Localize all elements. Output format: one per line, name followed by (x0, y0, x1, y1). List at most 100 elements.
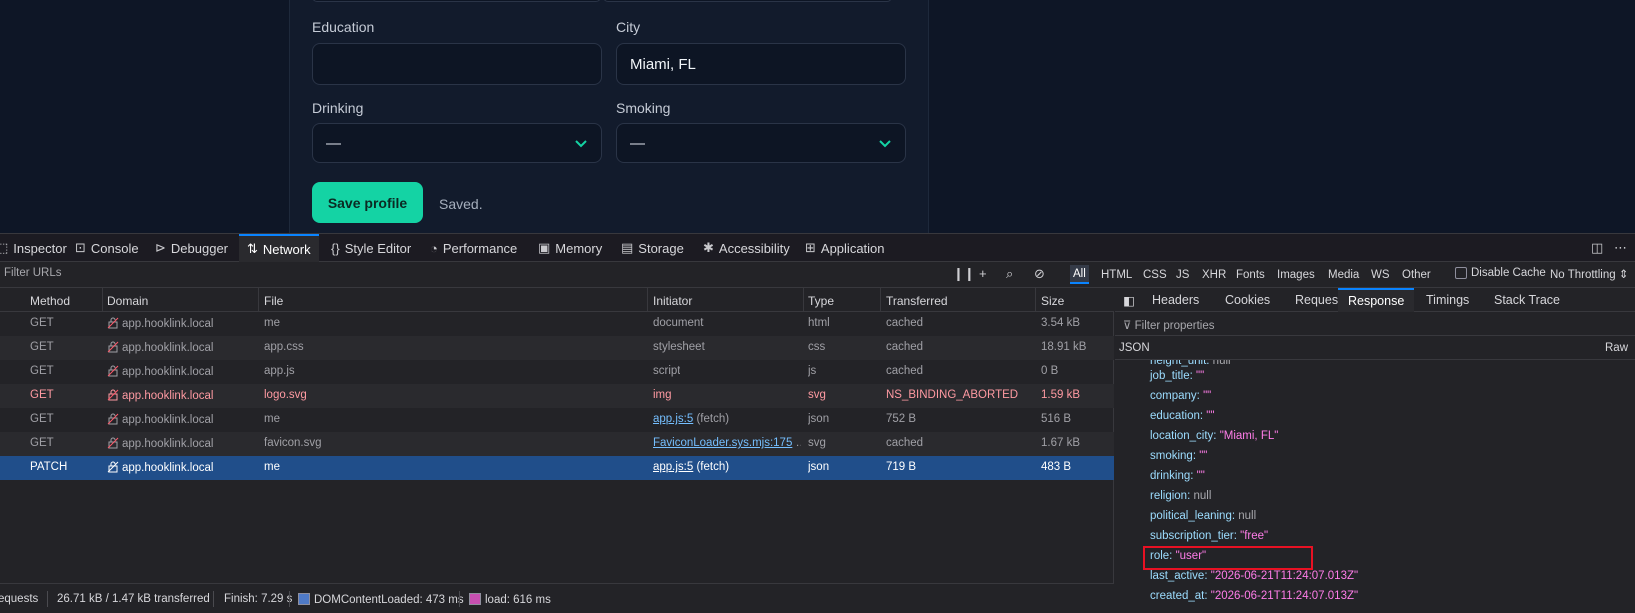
input-above-right[interactable] (603, 0, 892, 2)
initiator-link[interactable]: app.js:5 (653, 413, 693, 425)
cell-domain: app.hooklink.local (107, 437, 213, 450)
initiator-link[interactable]: FaviconLoader.sys.mjs:175 (653, 437, 792, 449)
cell-file: app.css (264, 341, 304, 353)
initiator-text: (fetch) (693, 461, 730, 473)
table-row[interactable]: GET app.hooklink.local app.css styleshee… (0, 336, 1114, 360)
table-row[interactable]: GET app.hooklink.local me app.js:5 (fetc… (0, 408, 1114, 432)
type-filter-js[interactable]: JS (1173, 265, 1192, 284)
details-tabs: ◧ Headers Cookies Request Response Timin… (1115, 288, 1635, 312)
tab-performance[interactable]: ◔ Performance (430, 234, 517, 262)
cell-size: 483 B (1041, 461, 1072, 473)
json-row-last-active[interactable]: last_active: "2026-06-21T11:24:07.013Z" (1150, 570, 1358, 590)
city-input[interactable]: Miami, FL (616, 43, 906, 85)
json-row-location-city[interactable]: location_city: "Miami, FL" (1150, 430, 1278, 450)
education-input[interactable] (312, 43, 602, 85)
initiator-link[interactable]: app.js:5 (653, 461, 693, 473)
column-initiator[interactable]: Initiator (653, 294, 692, 308)
column-domain[interactable]: Domain (107, 294, 148, 308)
disable-cache-label: Disable Cache (1471, 267, 1546, 279)
column-type[interactable]: Type (808, 294, 834, 308)
filter-properties-input[interactable]: ⊽ Filter properties (1115, 312, 1635, 336)
type-filter-xhr[interactable]: XHR (1199, 265, 1229, 284)
json-row-job-title[interactable]: job_title: "" (1150, 370, 1204, 390)
education-label: Education (312, 19, 375, 35)
tab-request[interactable]: Request (1295, 288, 1342, 312)
tab-accessibility[interactable]: ✱ Accessibility (703, 234, 790, 262)
cell-transferred: 752 B (886, 413, 917, 425)
tab-label: Debugger (170, 240, 229, 256)
tab-inspector[interactable]: ⬚ Inspector (0, 234, 67, 262)
raw-toggle[interactable]: Raw (1605, 342, 1628, 354)
column-divider (880, 288, 881, 312)
column-transferred[interactable]: Transferred (886, 294, 948, 308)
table-row[interactable]: GET app.hooklink.local app.js script js … (0, 360, 1114, 384)
tab-debugger[interactable]: ⊳ Debugger (155, 234, 228, 262)
search-icon[interactable]: ⌕ (1006, 266, 1013, 282)
drinking-select[interactable]: — (312, 123, 602, 163)
column-method[interactable]: Method (30, 294, 70, 308)
save-profile-button[interactable]: Save profile (312, 182, 423, 223)
cell-size: 1.67 kB (1041, 437, 1080, 449)
add-icon[interactable]: + (979, 266, 987, 281)
status-transferred: 26.71 kB / 1.47 kB transferred (57, 593, 210, 605)
network-filter-bar: Filter URLs ❙❙ + ⌕ ⊘ All HTML CSS JS XHR… (0, 262, 1635, 288)
cell-file: app.js (264, 365, 295, 377)
json-row-company[interactable]: company: "" (1150, 390, 1211, 410)
cell-size: 3.54 kB (1041, 317, 1080, 329)
type-filter-all[interactable]: All (1070, 265, 1089, 284)
json-row-education[interactable]: education: "" (1150, 410, 1214, 430)
initiator-text: (fetch) (693, 413, 730, 425)
status-requests: equests (0, 593, 39, 605)
json-row-smoking[interactable]: smoking: "" (1150, 450, 1207, 470)
cell-file: me (264, 461, 280, 473)
tab-headers[interactable]: Headers (1152, 288, 1199, 312)
json-row-religion[interactable]: religion: null (1150, 490, 1211, 510)
type-filter-images[interactable]: Images (1274, 265, 1318, 284)
more-icon: ⋯ (1614, 240, 1627, 255)
clear-icon[interactable]: ⊘ (1034, 266, 1045, 282)
column-size[interactable]: Size (1041, 294, 1064, 308)
type-filter-ws[interactable]: WS (1368, 265, 1393, 284)
responsive-mode-button[interactable]: ◫ (1591, 234, 1603, 262)
smoking-select[interactable]: — (616, 123, 906, 163)
json-row-created-at[interactable]: created_at: "2026-06-21T11:24:07.013Z" (1150, 590, 1358, 610)
tab-style-editor[interactable]: {} Style Editor (331, 234, 411, 262)
json-row-drinking[interactable]: drinking: "" (1150, 470, 1205, 490)
table-row[interactable]: GET app.hooklink.local logo.svg img svg … (0, 384, 1114, 408)
filter-urls-input[interactable]: Filter URLs (4, 267, 62, 279)
tab-stack-trace[interactable]: Stack Trace (1494, 288, 1560, 312)
tab-memory[interactable]: ▣ Memory (538, 234, 602, 262)
checkbox-icon (1455, 267, 1467, 279)
table-row[interactable]: GET app.hooklink.local favicon.svg Favic… (0, 432, 1114, 456)
table-row[interactable]: GET app.hooklink.local me document html … (0, 312, 1114, 336)
type-filter-other[interactable]: Other (1399, 265, 1434, 284)
input-above-left[interactable] (312, 0, 601, 2)
tab-timings[interactable]: Timings (1426, 288, 1469, 312)
highlight-box (1143, 546, 1313, 570)
tab-application[interactable]: ⊞ Application (805, 234, 885, 262)
tab-response[interactable]: Response (1338, 288, 1415, 312)
json-value: null (1193, 490, 1212, 502)
status-divider (47, 591, 48, 607)
json-row-political-leaning[interactable]: political_leaning: null (1150, 510, 1256, 530)
insecure-lock-icon (107, 317, 119, 329)
tab-network[interactable]: ⇅ Network (239, 234, 319, 262)
cell-transferred: cached (886, 317, 924, 329)
pause-icon[interactable]: ❙❙ (953, 266, 975, 282)
tab-cookies[interactable]: Cookies (1225, 288, 1270, 312)
disable-cache-toggle[interactable]: Disable Cache (1455, 267, 1546, 279)
toggle-sidebar-icon[interactable]: ◧ (1123, 288, 1135, 312)
json-value: "Miami, FL" (1219, 430, 1279, 442)
tab-label: Application (820, 240, 885, 256)
throttling-select[interactable]: No Throttling ⇕ (1550, 267, 1628, 281)
type-filter-fonts[interactable]: Fonts (1233, 265, 1268, 284)
tab-storage[interactable]: ▤ Storage (621, 234, 684, 262)
tab-console[interactable]: ⊡ Console (75, 234, 139, 262)
type-filter-media[interactable]: Media (1325, 265, 1362, 284)
column-file[interactable]: File (264, 294, 283, 308)
more-options-button[interactable]: ⋯ (1614, 234, 1627, 262)
type-filter-css[interactable]: CSS (1140, 265, 1170, 284)
tab-label: Inspector (13, 240, 67, 256)
type-filter-html[interactable]: HTML (1098, 265, 1135, 284)
table-row-selected[interactable]: PATCH app.hooklink.local me app.js:5 (fe… (0, 456, 1114, 480)
